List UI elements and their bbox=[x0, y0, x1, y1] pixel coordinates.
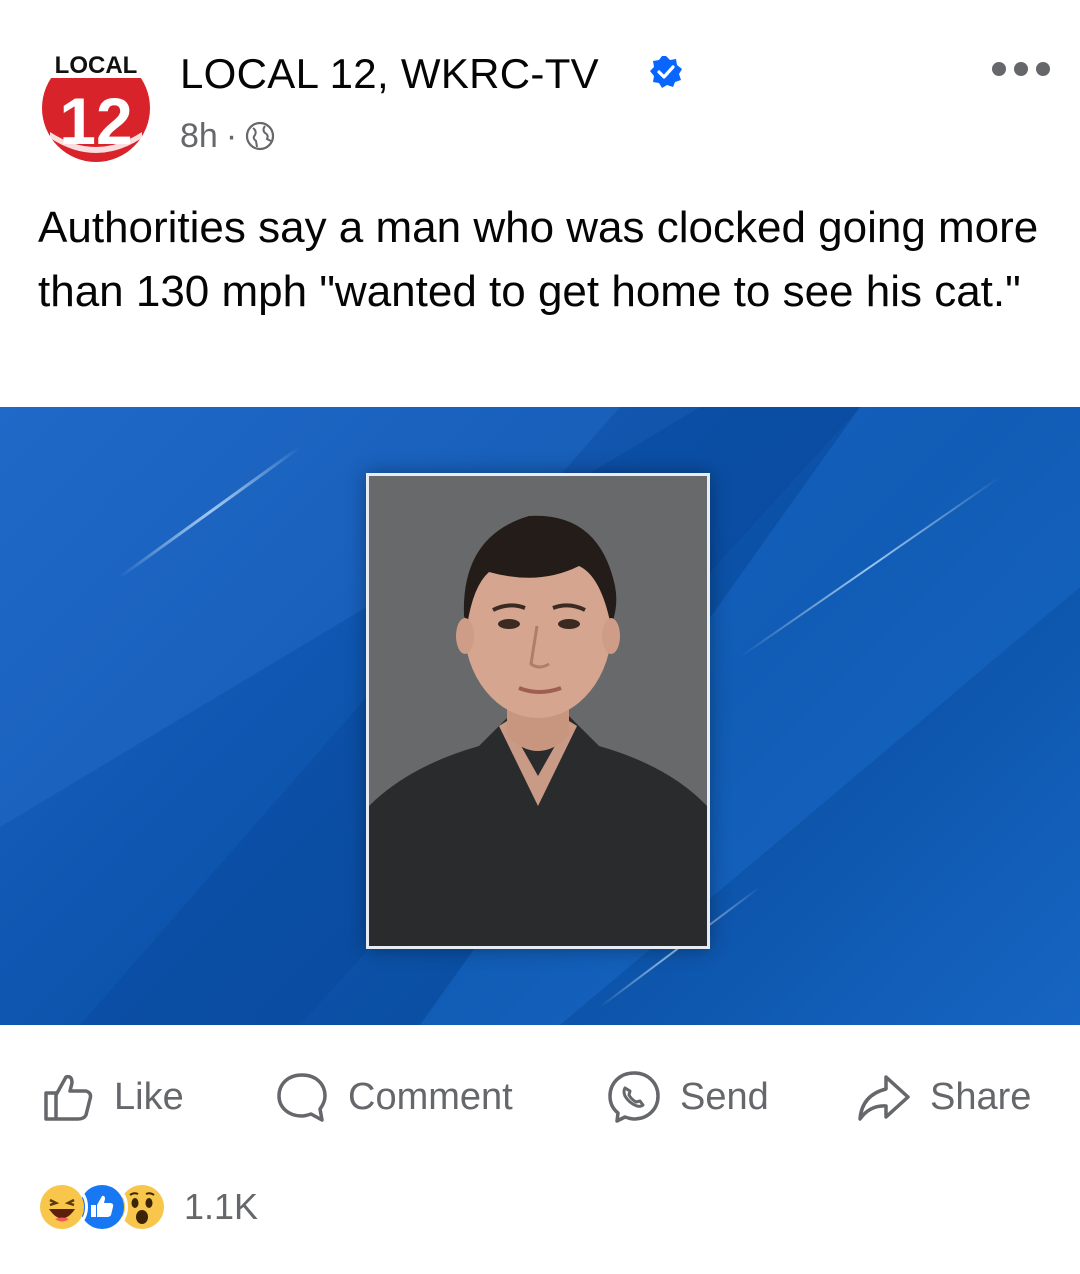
send-label: Send bbox=[680, 1075, 769, 1118]
like-button[interactable]: Like bbox=[40, 1070, 184, 1124]
more-options-icon[interactable] bbox=[990, 58, 1052, 80]
globe-icon bbox=[246, 121, 275, 151]
messenger-icon bbox=[608, 1071, 660, 1123]
thumbs-up-icon bbox=[44, 1074, 93, 1121]
comment-label: Comment bbox=[348, 1075, 513, 1118]
mugshot-photo bbox=[366, 473, 710, 949]
send-button[interactable]: Send bbox=[606, 1070, 769, 1124]
post-meta: 8h · bbox=[180, 114, 275, 158]
svg-text:LOCAL: LOCAL bbox=[55, 52, 138, 79]
post-timestamp[interactable]: 8h bbox=[180, 117, 218, 156]
comment-bubble-icon bbox=[277, 1073, 327, 1122]
haha-reaction-icon bbox=[36, 1181, 88, 1233]
meta-separator: · bbox=[225, 116, 238, 155]
share-arrow-icon bbox=[858, 1075, 910, 1121]
post-action-bar: Like Comment Send Share bbox=[0, 1050, 1080, 1140]
page-name[interactable]: LOCAL 12, WKRC-TV bbox=[180, 50, 599, 98]
reaction-count[interactable]: 1.1K bbox=[184, 1186, 258, 1228]
like-label: Like bbox=[114, 1075, 184, 1118]
svg-text:12: 12 bbox=[59, 84, 132, 158]
page-avatar[interactable]: LOCAL 12 bbox=[34, 42, 158, 166]
comment-button[interactable]: Comment bbox=[274, 1070, 513, 1124]
post-header: LOCAL 12 LOCAL 12, WKRC-TV 8h · bbox=[0, 0, 1080, 190]
local-12-logo: LOCAL 12 bbox=[40, 52, 152, 164]
person-portrait bbox=[369, 476, 707, 946]
reactions-summary[interactable]: 1.1K bbox=[36, 1180, 258, 1234]
verified-badge-icon bbox=[650, 56, 682, 88]
post-caption: Authorities say a man who was clocked go… bbox=[38, 203, 1039, 316]
post-image[interactable] bbox=[0, 407, 1080, 1025]
share-label: Share bbox=[930, 1075, 1032, 1118]
share-button[interactable]: Share bbox=[856, 1070, 1031, 1124]
